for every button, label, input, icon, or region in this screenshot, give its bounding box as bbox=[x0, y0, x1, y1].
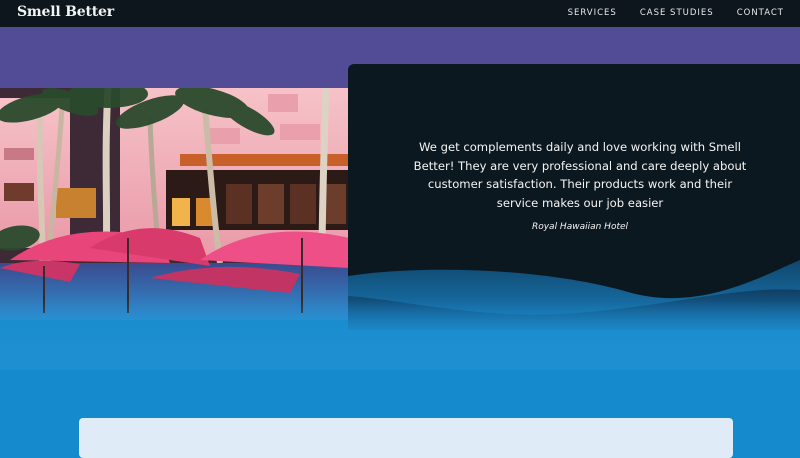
testimonial-quote: We get complements daily and love workin… bbox=[413, 140, 747, 210]
nav-link-contact[interactable]: CONTACT bbox=[737, 8, 784, 18]
nav-link-services[interactable]: SERVICES bbox=[568, 8, 617, 18]
nav-links: SERVICES CASE STUDIES CONTACT bbox=[568, 8, 784, 18]
hotel-photo bbox=[0, 88, 349, 320]
hotel-illustration bbox=[0, 88, 349, 320]
testimonial-author: Royal Hawaiian Hotel bbox=[531, 222, 629, 232]
nav-link-case-studies[interactable]: CASE STUDIES bbox=[640, 8, 714, 18]
testimonial-card: We get complements daily and love workin… bbox=[348, 64, 800, 330]
content-panel bbox=[79, 418, 733, 458]
top-navbar: Smell Better SERVICES CASE STUDIES CONTA… bbox=[0, 0, 800, 27]
brand-logo[interactable]: Smell Better bbox=[17, 4, 114, 20]
